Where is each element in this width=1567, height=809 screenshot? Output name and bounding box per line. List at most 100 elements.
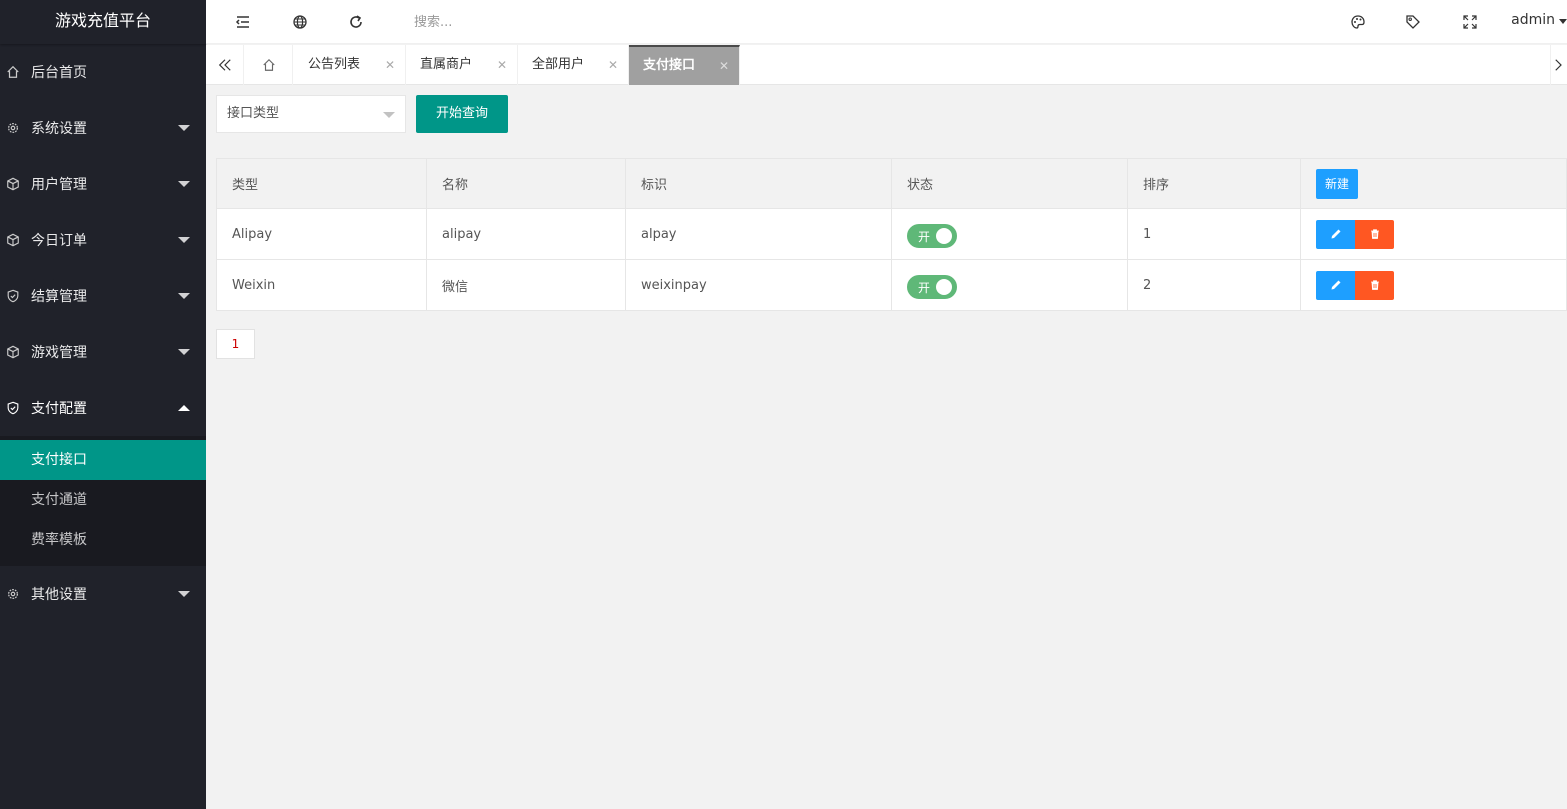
sidebar-item-label: 其他设置	[31, 587, 87, 603]
close-icon[interactable]: ✕	[608, 45, 618, 85]
chevron-up-icon	[178, 405, 190, 411]
close-icon[interactable]: ✕	[719, 47, 729, 85]
query-button[interactable]: 开始查询	[416, 95, 508, 133]
sidebar-item-system-settings[interactable]: 系统设置	[0, 100, 206, 156]
cube-icon	[6, 233, 20, 247]
cube-icon	[6, 177, 20, 191]
user-name: admin	[1511, 12, 1555, 28]
tabs-scroll-left-button[interactable]	[206, 45, 244, 85]
chevron-down-icon	[178, 349, 190, 355]
toggle-label: 开	[918, 230, 931, 244]
row-actions	[1316, 270, 1394, 300]
user-menu[interactable]: admin	[1511, 12, 1567, 28]
sidebar-item-settlement[interactable]: 结算管理	[0, 268, 206, 324]
double-chevron-left-icon	[218, 59, 231, 71]
shield-check-icon	[6, 401, 20, 415]
chevron-down-icon	[178, 237, 190, 243]
menu-collapse-icon[interactable]	[234, 13, 252, 31]
status-toggle[interactable]: 开	[907, 224, 957, 248]
status-toggle[interactable]: 开	[907, 275, 957, 299]
sidebar-subitem-rate-template[interactable]: 费率模板	[0, 520, 206, 560]
tab-label: 全部用户	[532, 57, 585, 72]
column-header-code: 标识	[625, 158, 892, 209]
globe-icon[interactable]	[291, 13, 309, 31]
cell-name: 微信	[426, 259, 626, 311]
cell-actions	[1300, 259, 1567, 311]
row-actions	[1316, 219, 1394, 249]
cell-type: Alipay	[216, 208, 427, 260]
interface-type-select[interactable]: 接口类型	[216, 95, 406, 133]
search-input[interactable]	[414, 12, 614, 32]
palette-icon[interactable]	[1349, 13, 1367, 31]
sidebar: 游戏充值平台 后台首页 系统设置 用户管理 今日订单 结算管理 游戏管理 支付配…	[0, 0, 206, 809]
delete-button[interactable]	[1355, 270, 1394, 300]
tab-home[interactable]	[245, 45, 293, 85]
refresh-icon[interactable]	[347, 13, 365, 31]
select-placeholder: 接口类型	[227, 106, 280, 121]
pencil-icon	[1331, 229, 1340, 239]
tab-label: 公告列表	[308, 57, 361, 72]
new-button[interactable]: 新建	[1316, 168, 1359, 199]
tab-label: 直属商户	[420, 57, 473, 72]
sidebar-item-game-management[interactable]: 游戏管理	[0, 324, 206, 380]
tab-all-users[interactable]: 全部用户 ✕	[518, 45, 629, 85]
chevron-down-icon	[1559, 19, 1567, 24]
chevron-down-icon	[178, 293, 190, 299]
table-row: Alipay alipay alpay 开 1	[216, 208, 1567, 260]
pencil-icon	[1331, 280, 1340, 290]
cell-type: Weixin	[216, 259, 427, 311]
tab-direct-merchants[interactable]: 直属商户 ✕	[406, 45, 518, 85]
sidebar-subitem-payment-channel[interactable]: 支付通道	[0, 480, 206, 520]
sidebar-item-other-settings[interactable]: 其他设置	[0, 566, 206, 622]
app-logo-title[interactable]: 游戏充值平台	[0, 0, 206, 44]
column-header-type: 类型	[216, 158, 427, 209]
sidebar-item-home[interactable]: 后台首页	[0, 44, 206, 100]
sidebar-item-label: 结算管理	[31, 289, 87, 305]
cube-icon	[6, 345, 20, 359]
cell-name: alipay	[426, 208, 626, 260]
column-header-name: 名称	[426, 158, 626, 209]
delete-button[interactable]	[1355, 219, 1394, 249]
close-icon[interactable]: ✕	[385, 45, 395, 85]
tab-label: 支付接口	[643, 58, 696, 73]
edit-button[interactable]	[1316, 219, 1355, 249]
column-header-sort: 排序	[1127, 158, 1301, 209]
cell-status: 开	[891, 208, 1128, 260]
payment-interface-table: 类型 名称 标识 状态 排序 新建 Alipay alipay alpay 开	[216, 158, 1567, 311]
sidebar-item-label: 游戏管理	[31, 345, 87, 361]
pagination-page-button[interactable]: 1	[216, 329, 255, 359]
chevron-down-icon	[178, 125, 190, 131]
toggle-knob	[936, 279, 952, 295]
sidebar-item-today-orders[interactable]: 今日订单	[0, 212, 206, 268]
sidebar-subitem-payment-interface[interactable]: 支付接口	[0, 440, 206, 480]
chevron-down-icon	[383, 112, 395, 118]
sidebar-item-payment-config[interactable]: 支付配置	[0, 380, 206, 436]
column-header-actions: 新建	[1300, 158, 1567, 209]
top-header: admin	[206, 0, 1567, 44]
tab-payment-interface[interactable]: 支付接口 ✕	[629, 45, 740, 85]
chevron-down-icon	[178, 181, 190, 187]
edit-button[interactable]	[1316, 270, 1355, 300]
shield-check-icon	[6, 289, 20, 303]
tabs-scroll-right-button[interactable]	[1550, 45, 1567, 85]
toggle-knob	[936, 228, 952, 244]
sidebar-item-user-management[interactable]: 用户管理	[0, 156, 206, 212]
home-icon	[6, 65, 20, 79]
double-chevron-right-icon	[1554, 59, 1562, 71]
cell-sort: 1	[1127, 208, 1301, 260]
trash-icon	[1370, 229, 1379, 239]
fullscreen-icon[interactable]	[1461, 13, 1479, 31]
page-tabs: 公告列表 ✕ 直属商户 ✕ 全部用户 ✕ 支付接口 ✕	[206, 45, 1567, 85]
chevron-down-icon	[178, 591, 190, 597]
table-header-row: 类型 名称 标识 状态 排序 新建	[216, 158, 1567, 209]
tag-icon[interactable]	[1404, 13, 1422, 31]
payment-config-submenu: 支付接口 支付通道 费率模板	[0, 436, 206, 566]
gear-icon	[6, 121, 20, 135]
sidebar-item-label: 用户管理	[31, 177, 87, 193]
cell-sort: 2	[1127, 259, 1301, 311]
table-row: Weixin 微信 weixinpay 开 2	[216, 259, 1567, 311]
close-icon[interactable]: ✕	[497, 45, 507, 85]
sidebar-item-label: 今日订单	[31, 233, 87, 249]
tab-announcements[interactable]: 公告列表 ✕	[294, 45, 406, 85]
trash-icon	[1370, 280, 1379, 290]
